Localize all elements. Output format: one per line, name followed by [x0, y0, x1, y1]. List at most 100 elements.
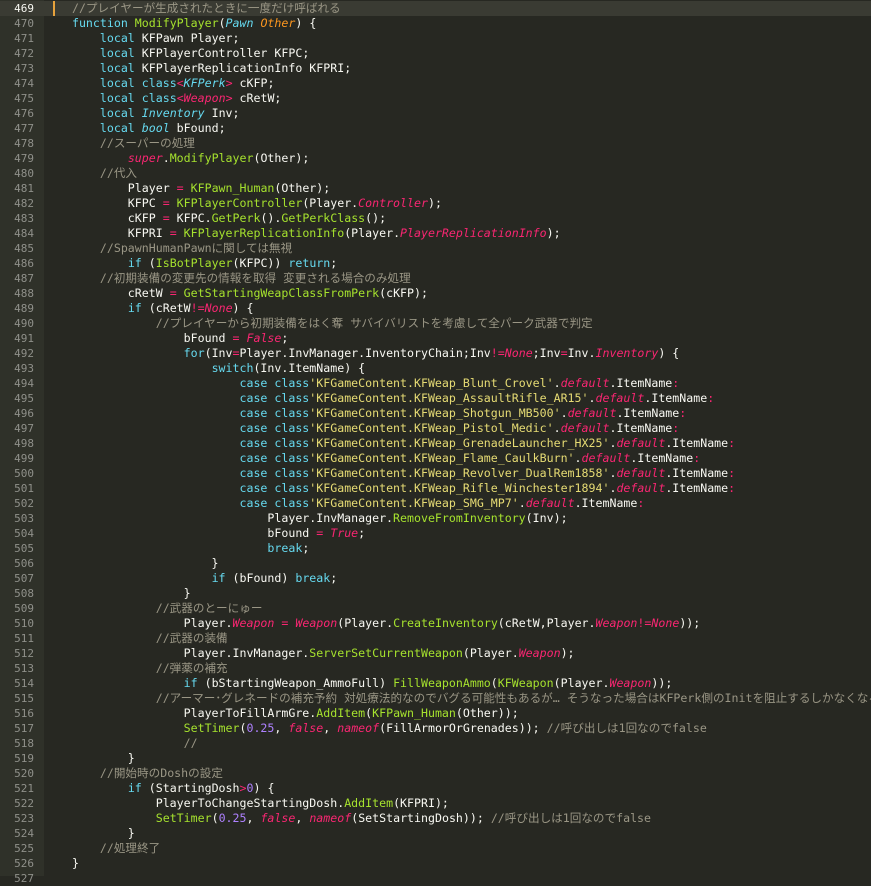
code-line[interactable]: 473 local KFPlayerReplicationInfo KFPRI;	[0, 61, 871, 76]
code-line[interactable]: 508 }	[0, 586, 871, 601]
code-line[interactable]: 486 if (IsBotPlayer(KFPC)) return;	[0, 256, 871, 271]
line-code: local Inventory Inv;	[58, 106, 240, 121]
code-token: false	[288, 721, 324, 735]
code-line[interactable]: 510 Player.Weapon = Weapon(Player.Create…	[0, 616, 871, 631]
line-number: 512	[14, 647, 34, 660]
code-line[interactable]: 491 bFound = False;	[0, 331, 871, 346]
code-token: }	[58, 751, 135, 765]
code-line[interactable]: 482 KFPC = KFPlayerController(Player.Con…	[0, 196, 871, 211]
code-line[interactable]: 493 switch(Inv.ItemName) {	[0, 361, 871, 376]
code-line[interactable]: 522 PlayerToChangeStartingDosh.AddItem(K…	[0, 796, 871, 811]
code-token: ;	[330, 571, 338, 585]
code-line[interactable]: 470 function ModifyPlayer(Pawn Other) {	[0, 16, 871, 31]
code-line[interactable]: 505 break;	[0, 541, 871, 556]
code-line[interactable]: 475 local class<Weapon> cRetW;	[0, 91, 871, 106]
code-line[interactable]: 509 //武器のとーにゅー	[0, 601, 871, 616]
code-line[interactable]: 511 //武器の装備	[0, 631, 871, 646]
line-number: 473	[14, 62, 34, 75]
code-token: KFPlayerReplicationInfo	[183, 226, 345, 240]
code-line[interactable]: 497 case class'KFGameContent.KFWeap_Pist…	[0, 421, 871, 436]
code-line[interactable]: 504 bFound = True;	[0, 526, 871, 541]
code-line[interactable]: 477 local bool bFound;	[0, 121, 871, 136]
code-line[interactable]: 487 //初期装備の変更先の情報を取得 変更される場合のみ処理	[0, 271, 871, 286]
code-line[interactable]: 520 //開始時のDoshの設定	[0, 766, 871, 781]
code-line[interactable]: 514 if (bStartingWeapon_AmmoFull) FillWe…	[0, 676, 871, 691]
code-line[interactable]: 518 //	[0, 736, 871, 751]
code-token: PlayerToChangeStartingDosh.	[58, 796, 345, 810]
code-line[interactable]: 492 for(Inv=Player.InvManager.InventoryC…	[0, 346, 871, 361]
code-line[interactable]: 516 PlayerToFillArmGre.AddItem(KFPawn_Hu…	[0, 706, 871, 721]
code-line[interactable]: 501 case class'KFGameContent.KFWeap_Rifl…	[0, 481, 871, 496]
code-line[interactable]: 490 //プレイヤーから初期装備をはく奪 サバイバリストを考慮して全パーク武器…	[0, 316, 871, 331]
code-line[interactable]: 488 cRetW = GetStartingWeapClassFromPerk…	[0, 286, 871, 301]
code-line[interactable]: 506 }	[0, 556, 871, 571]
code-line[interactable]: 478 //スーパーの処理	[0, 136, 871, 151]
code-line[interactable]: 521 if (StartingDosh>0) {	[0, 781, 871, 796]
code-line[interactable]: 481 Player = KFPawn_Human(Other);	[0, 181, 871, 196]
code-token: //武器のとーにゅー	[58, 601, 263, 615]
code-line[interactable]: 469 //プレイヤーが生成されたときに一度だけ呼ばれる	[0, 1, 871, 16]
code-token: 'KFGameContent.KFWeap_Shotgun_MB500'	[309, 406, 561, 420]
code-line[interactable]: 485 //SpawnHumanPawnに関しては無視	[0, 241, 871, 256]
line-number: 522	[14, 797, 34, 810]
code-line[interactable]: 500 case class'KFGameContent.KFWeap_Revo…	[0, 466, 871, 481]
code-line[interactable]: 525 //処理終了	[0, 841, 871, 856]
line-code: function ModifyPlayer(Pawn Other) {	[58, 16, 316, 31]
code-token: switch	[211, 361, 254, 375]
code-line[interactable]: 503 Player.InvManager.RemoveFromInventor…	[0, 511, 871, 526]
code-line[interactable]: 527	[0, 871, 871, 886]
code-token: KFPlayerReplicationInfo KFPRI;	[134, 61, 352, 75]
code-line[interactable]: 484 KFPRI = KFPlayerReplicationInfo(Play…	[0, 226, 871, 241]
code-token: return	[288, 256, 331, 270]
line-code: local KFPlayerController KFPC;	[58, 46, 309, 61]
code-token: //代入	[58, 166, 138, 180]
code-editor[interactable]: 469 //プレイヤーが生成されたときに一度だけ呼ばれる 470 function…	[0, 0, 871, 885]
code-token: (SetStartingDosh));	[351, 811, 491, 825]
code-line[interactable]: 512 Player.InvManager.ServerSetCurrentWe…	[0, 646, 871, 661]
code-line[interactable]: 517 SetTimer(0.25, false, nameof(FillArm…	[0, 721, 871, 736]
code-line[interactable]: 471 local KFPawn Player;	[0, 31, 871, 46]
line-code: //	[58, 736, 198, 751]
line-number: 501	[14, 482, 34, 495]
line-number: 527	[14, 872, 34, 885]
code-line[interactable]: 526 }	[0, 856, 871, 871]
code-line[interactable]: 489 if (cRetW!=None) {	[0, 301, 871, 316]
line-number: 523	[14, 812, 34, 825]
code-token: (Inv.ItemName) {	[253, 361, 366, 375]
code-line[interactable]: 494 case class'KFGameContent.KFWeap_Blun…	[0, 376, 871, 391]
line-number: 478	[14, 137, 34, 150]
code-token: AddItem	[344, 796, 394, 810]
code-token: ));	[679, 616, 701, 630]
code-line[interactable]: 513 //弾薬の補充	[0, 661, 871, 676]
line-code: Player.InvManager.ServerSetCurrentWeapon…	[58, 646, 575, 661]
line-number: 526	[14, 857, 34, 870]
line-code: for(Inv=Player.InvManager.InventoryChain…	[58, 346, 680, 361]
code-token: KFPRI	[58, 226, 170, 240]
code-line[interactable]: 499 case class'KFGameContent.KFWeap_Flam…	[0, 451, 871, 466]
code-line[interactable]: 495 case class'KFGameContent.KFWeap_Assa…	[0, 391, 871, 406]
code-line[interactable]: 524 }	[0, 826, 871, 841]
code-line[interactable]: 474 local class<KFPerk> cKFP;	[0, 76, 871, 91]
code-token: (Inv);	[525, 511, 568, 525]
code-line[interactable]: 498 case class'KFGameContent.KFWeap_Gren…	[0, 436, 871, 451]
code-token: !=	[190, 301, 205, 315]
code-line[interactable]: 502 case class'KFGameContent.KFWeap_SMG_…	[0, 496, 871, 511]
code-line[interactable]: 472 local KFPlayerController KFPC;	[0, 46, 871, 61]
code-line[interactable]: 479 super.ModifyPlayer(Other);	[0, 151, 871, 166]
code-line[interactable]: 480 //代入	[0, 166, 871, 181]
code-token: >	[225, 91, 233, 105]
code-line[interactable]: 507 if (bFound) break;	[0, 571, 871, 586]
code-line[interactable]: 515 //アーマー･グレネードの補充予約 対処療法的なのでバグる可能性もあるが…	[0, 691, 871, 706]
code-line[interactable]: 476 local Inventory Inv;	[0, 106, 871, 121]
code-line[interactable]: 519 }	[0, 751, 871, 766]
code-token: ();	[365, 211, 387, 225]
code-line[interactable]: 496 case class'KFGameContent.KFWeap_Shot…	[0, 406, 871, 421]
code-line[interactable]: 523 SetTimer(0.25, false, nameof(SetStar…	[0, 811, 871, 826]
code-line[interactable]: 483 cKFP = KFPC.GetPerk().GetPerkClass()…	[0, 211, 871, 226]
